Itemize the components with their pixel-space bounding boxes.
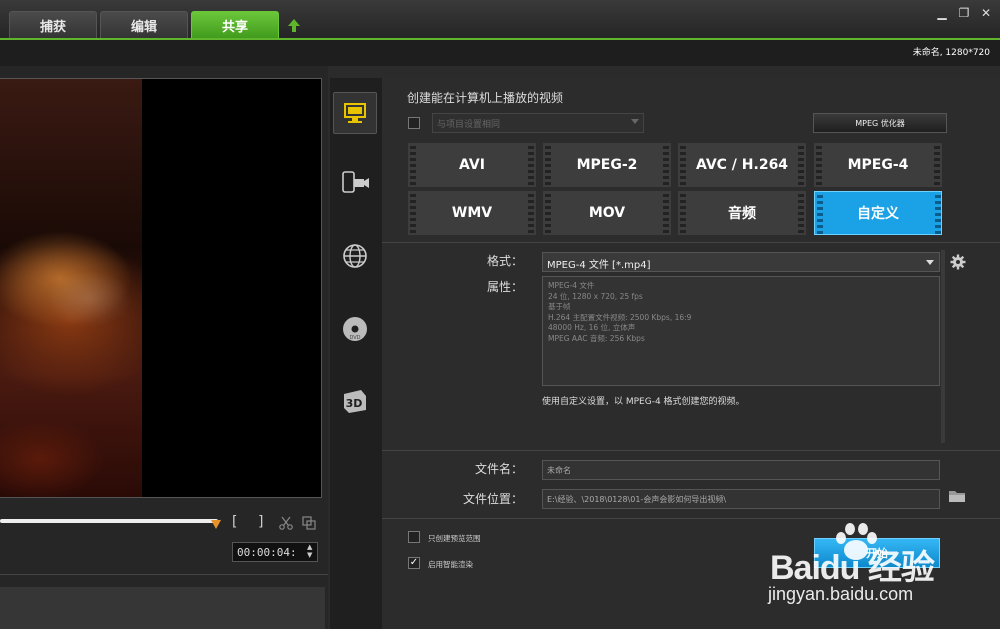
chevron-down-icon bbox=[926, 260, 934, 265]
svg-text:3D: 3D bbox=[346, 397, 363, 410]
smart-render-label: 启用智能渲染 bbox=[428, 560, 473, 569]
mark-in-icon[interactable]: [ bbox=[232, 514, 237, 530]
format-label: 格式： bbox=[486, 254, 523, 268]
mpeg-optimizer-button[interactable]: MPEG 优化器 bbox=[813, 113, 947, 133]
preview-window bbox=[0, 78, 322, 498]
format-dropdown[interactable]: MPEG-4 文件 [*.mp4] bbox=[542, 252, 940, 272]
mobile-device-icon[interactable] bbox=[333, 162, 377, 204]
file-location-input[interactable]: E:\经验、\2018\0128\01-会声会影如何导出视频\ bbox=[542, 489, 940, 509]
properties-box: MPEG-4 文件 24 位, 1280 x 720, 25 fps 基于帧 H… bbox=[542, 276, 940, 386]
playhead-handle[interactable] bbox=[211, 520, 221, 529]
preview-range-checkbox[interactable] bbox=[408, 531, 420, 543]
tab-share[interactable]: 共享 bbox=[191, 11, 279, 39]
divider bbox=[382, 242, 1000, 243]
format-avc-button[interactable]: AVC / H.264 bbox=[678, 143, 806, 187]
project-settings-dropdown[interactable]: 与项目设置相同 bbox=[432, 113, 644, 133]
close-icon[interactable]: ✕ bbox=[979, 6, 993, 20]
3d-icon[interactable]: 3D bbox=[333, 380, 377, 422]
property-line: H.264 主配置文件视频: 2500 Kbps, 16:9 bbox=[548, 312, 692, 322]
properties-label: 属性： bbox=[486, 280, 523, 294]
format-wmv-button[interactable]: WMV bbox=[408, 191, 536, 235]
format-description: 使用自定义设置，以 MPEG-4 格式创建您的视频。 bbox=[542, 397, 745, 407]
timecode-spinner-icon[interactable]: ▲ ▼ bbox=[307, 543, 312, 559]
mark-out-icon[interactable]: ] bbox=[258, 514, 263, 530]
info-bar bbox=[0, 40, 1000, 66]
filename-input[interactable]: 未命名 bbox=[542, 460, 940, 480]
format-avi-button[interactable]: AVI bbox=[408, 143, 536, 187]
format-mov-button[interactable]: MOV bbox=[543, 191, 671, 235]
tab-edit[interactable]: 编辑 bbox=[100, 11, 188, 39]
format-audio-button[interactable]: 音频 bbox=[678, 191, 806, 235]
divider bbox=[0, 574, 328, 575]
divider bbox=[382, 450, 1000, 451]
timecode-field[interactable]: 00:00:04: bbox=[232, 542, 318, 562]
property-line: MPEG AAC 音频: 256 Kbps bbox=[548, 333, 645, 343]
svg-text:DVD: DVD bbox=[349, 335, 360, 341]
gear-icon[interactable] bbox=[950, 254, 966, 270]
copy-icon[interactable] bbox=[302, 516, 316, 530]
computer-icon[interactable] bbox=[333, 92, 377, 134]
scissors-icon[interactable] bbox=[279, 516, 293, 530]
filename-label: 文件名： bbox=[474, 462, 523, 476]
property-line: MPEG-4 文件 bbox=[548, 281, 595, 290]
preview-image bbox=[0, 79, 142, 497]
scrollbar[interactable] bbox=[941, 250, 945, 443]
property-line: 基于帧 bbox=[548, 302, 571, 311]
panel-heading: 创建能在计算机上播放的视频 bbox=[407, 91, 564, 105]
restore-icon[interactable]: ❐ bbox=[957, 6, 971, 20]
folder-icon[interactable] bbox=[948, 489, 966, 503]
file-location-label: 文件位置： bbox=[462, 492, 523, 506]
property-line: 24 位, 1280 x 720, 25 fps bbox=[548, 291, 643, 301]
watermark-logo: Baidu 经验 bbox=[770, 549, 935, 587]
chevron-down-icon bbox=[631, 119, 639, 124]
web-icon[interactable] bbox=[333, 235, 377, 277]
watermark-url: jingyan.baidu.com bbox=[768, 584, 914, 604]
property-line: 48000 Hz, 16 位, 立体声 bbox=[548, 323, 636, 332]
format-mpeg2-button[interactable]: MPEG-2 bbox=[543, 143, 671, 187]
project-info: 未命名, 1280*720 bbox=[912, 48, 990, 58]
tab-capture[interactable]: 捕获 bbox=[9, 11, 97, 39]
preview-range-label: 只创建预览范围 bbox=[428, 534, 481, 543]
smart-render-checkbox[interactable]: ✓ bbox=[408, 557, 420, 569]
scrub-bar[interactable] bbox=[0, 519, 218, 523]
divider bbox=[382, 518, 1000, 519]
upload-icon[interactable] bbox=[287, 18, 301, 34]
share-type-sidebar bbox=[330, 78, 382, 629]
same-as-project-checkbox[interactable] bbox=[408, 117, 420, 129]
minimize-icon[interactable]: ▁ bbox=[935, 6, 949, 20]
disc-icon[interactable]: DVD bbox=[333, 308, 377, 350]
format-custom-button[interactable]: 自定义 bbox=[814, 191, 942, 235]
format-mpeg4-button[interactable]: MPEG-4 bbox=[814, 143, 942, 187]
library-area bbox=[0, 587, 325, 629]
